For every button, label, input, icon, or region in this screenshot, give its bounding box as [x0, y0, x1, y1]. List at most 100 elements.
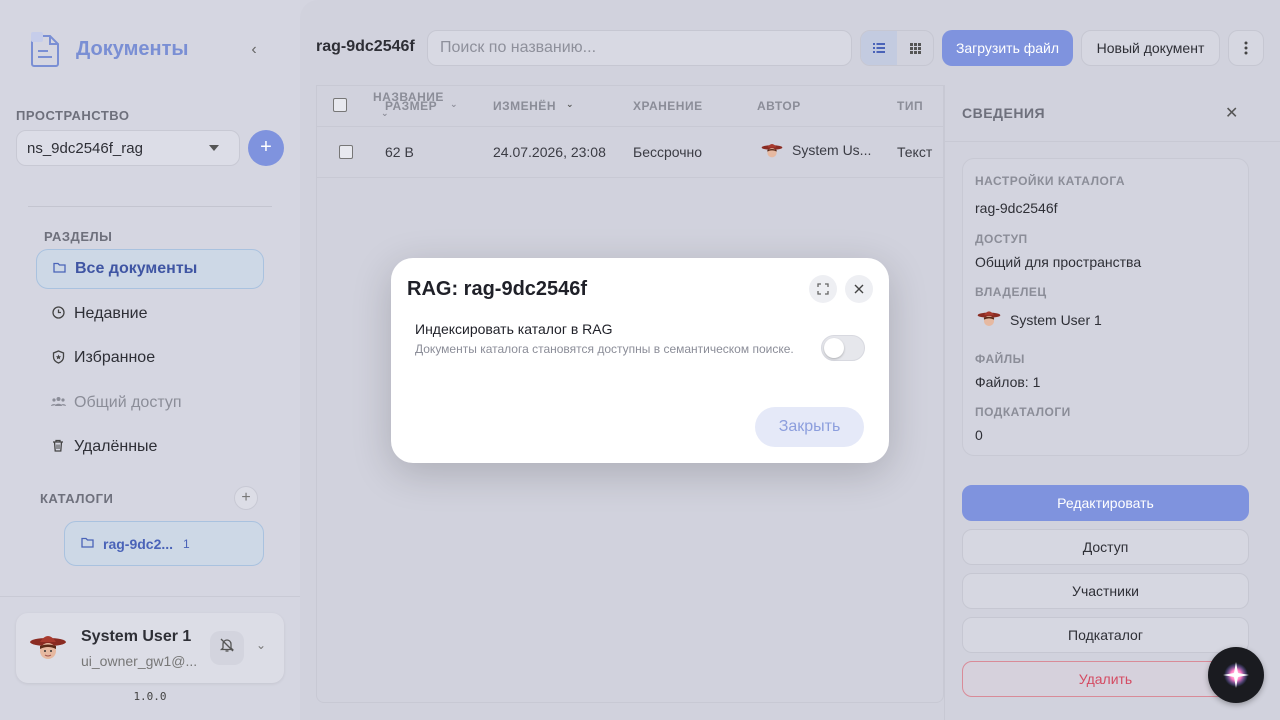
notifications-button[interactable]	[210, 631, 244, 665]
catalogs-label: КАТАЛОГИ	[40, 491, 114, 506]
namespace-value: ns_9dc2546f_rag	[27, 139, 143, 157]
owner-avatar	[977, 311, 1001, 326]
add-catalog-button[interactable]: +	[234, 486, 258, 510]
space-label: ПРОСТРАНСТВО	[16, 108, 130, 123]
folder-icon	[51, 262, 67, 276]
author-avatar	[761, 144, 783, 158]
app-title: Документы	[76, 37, 189, 60]
cell-author: System Us...	[792, 142, 872, 158]
grid-icon	[909, 42, 921, 54]
new-document-button[interactable]: Новый документ	[1081, 30, 1220, 66]
sidebar-item-favorites[interactable]: Избранное	[36, 338, 264, 378]
trash-icon	[50, 439, 66, 455]
list-view-button[interactable]	[861, 31, 897, 65]
column-header-storage[interactable]: ХРАНЕНИЕ	[633, 99, 703, 113]
sidebar-item-deleted[interactable]: Удалённые	[36, 427, 264, 467]
rag-modal: RAG: rag-9dc2546f Индексировать каталог …	[391, 258, 889, 463]
chevron-down-icon[interactable]: ⌄	[256, 638, 266, 652]
app-version: 1.0.0	[133, 690, 167, 703]
details-info-card: НАСТРОЙКИ КАТАЛОГА rag-9dc2546f ДОСТУП О…	[962, 158, 1249, 456]
kebab-menu-icon	[1244, 41, 1248, 55]
divider	[945, 141, 1280, 142]
settings-value: rag-9dc2546f	[975, 200, 1058, 216]
access-label: ДОСТУП	[975, 232, 1028, 246]
subcatalogs-value: 0	[975, 427, 983, 443]
sidebar-item-label: Все документы	[75, 260, 198, 277]
sort-icon: ⌄	[381, 108, 390, 118]
sidebar-item-label: Недавние	[74, 305, 148, 322]
owner-value: System User 1	[1010, 312, 1102, 328]
namespace-select[interactable]: ns_9dc2546f_rag	[16, 130, 240, 166]
search-input[interactable]	[427, 30, 852, 66]
cell-modified: 24.07.2026, 23:08	[493, 144, 606, 160]
cell-storage: Бессрочно	[633, 144, 703, 160]
catalog-label: rag-9dc2...	[103, 535, 174, 552]
assistant-fab-button[interactable]	[1208, 647, 1264, 703]
files-value: Файлов: 1	[975, 374, 1041, 390]
details-panel: СВЕДЕНИЯ ✕ НАСТРОЙКИ КАТАЛОГА rag-9dc254…	[944, 85, 1280, 720]
add-namespace-button[interactable]: +	[248, 130, 284, 166]
more-menu-button[interactable]	[1228, 30, 1264, 66]
sections-label: РАЗДЕЛЫ	[44, 229, 113, 244]
delete-button[interactable]: Удалить	[962, 661, 1249, 697]
catalog-count: 1	[183, 536, 190, 551]
sidebar-item-label: Удалённые	[74, 438, 158, 455]
close-icon[interactable]: ✕	[1225, 103, 1238, 123]
app-logo: Документы	[30, 30, 188, 68]
divider	[28, 206, 272, 207]
modal-close-icon-button[interactable]	[845, 275, 873, 303]
close-button[interactable]: Закрыть	[755, 407, 864, 447]
grid-view-button[interactable]	[897, 31, 933, 65]
files-label: ФАЙЛЫ	[975, 352, 1025, 366]
access-value: Общий для пространства	[975, 254, 1142, 270]
cell-type: Текст	[897, 144, 933, 160]
table-row[interactable]: 62 B 24.07.2026, 23:08 Бессрочно System …	[317, 127, 945, 178]
view-toggle	[860, 30, 934, 66]
list-icon	[873, 43, 885, 53]
folder-icon	[79, 537, 95, 551]
sidebar-item-label: Избранное	[74, 349, 156, 366]
edit-button[interactable]: Редактировать	[962, 485, 1249, 521]
toggle-description: Документы каталога становятся доступны в…	[415, 342, 794, 356]
sparkle-icon	[1223, 662, 1249, 688]
bell-off-icon	[219, 638, 235, 652]
subcatalogs-label: ПОДКАТАЛОГИ	[975, 405, 1071, 419]
sidebar-item-shared[interactable]: Общий доступ	[36, 383, 264, 423]
sidebar-item-recent[interactable]: Недавние	[36, 294, 264, 334]
table-header: НАЗВАНИЕ РАЗМЕР ⌄ ⌄ ИЗМЕНЁН ⌄ ХРАНЕНИЕ А…	[317, 86, 945, 127]
sort-icon: ⌄	[450, 99, 459, 109]
subcatalog-button[interactable]: Подкаталог	[962, 617, 1249, 653]
upload-file-button[interactable]: Загрузить файл	[942, 30, 1073, 66]
toggle-title: Индексировать каталог в RAG	[415, 321, 613, 337]
divider	[0, 596, 300, 597]
toggle-knob	[824, 338, 844, 358]
rag-index-toggle[interactable]	[821, 335, 865, 361]
column-header-author[interactable]: АВТОР	[757, 99, 801, 113]
sidebar: Документы ‹ ПРОСТРАНСТВО ns_9dc2546f_rag…	[0, 0, 300, 720]
clock-icon	[50, 306, 66, 322]
users-icon	[50, 396, 66, 410]
document-logo-icon	[31, 32, 59, 67]
sort-desc-icon: ⌄	[566, 99, 575, 109]
cell-size: 62 B	[385, 144, 414, 160]
collapse-sidebar-button[interactable]: ‹	[246, 40, 262, 60]
shield-star-icon	[50, 349, 66, 367]
fullscreen-button[interactable]	[809, 275, 837, 303]
members-button[interactable]: Участники	[962, 573, 1249, 609]
column-header-size[interactable]: РАЗМЕР	[385, 99, 437, 113]
catalog-item[interactable]: rag-9dc2... 1	[64, 521, 264, 566]
user-card[interactable]: System User 1 ui_owner_gw1@... ⌄	[16, 613, 284, 683]
column-header-type[interactable]: ТИП	[897, 99, 923, 113]
settings-label: НАСТРОЙКИ КАТАЛОГА	[975, 174, 1126, 188]
details-title: СВЕДЕНИЯ	[962, 105, 1046, 121]
user-name: System User 1	[81, 628, 192, 645]
access-button[interactable]: Доступ	[962, 529, 1249, 565]
user-email: ui_owner_gw1@...	[81, 653, 198, 669]
owner-label: ВЛАДЕЛЕЦ	[975, 285, 1047, 299]
row-checkbox[interactable]	[339, 145, 353, 159]
avatar	[29, 629, 67, 667]
sidebar-item-label: Общий доступ	[74, 394, 182, 411]
sidebar-item-all-documents[interactable]: Все документы	[36, 249, 264, 289]
select-all-checkbox[interactable]	[333, 98, 347, 112]
column-header-modified[interactable]: ИЗМЕНЁН	[493, 99, 556, 113]
